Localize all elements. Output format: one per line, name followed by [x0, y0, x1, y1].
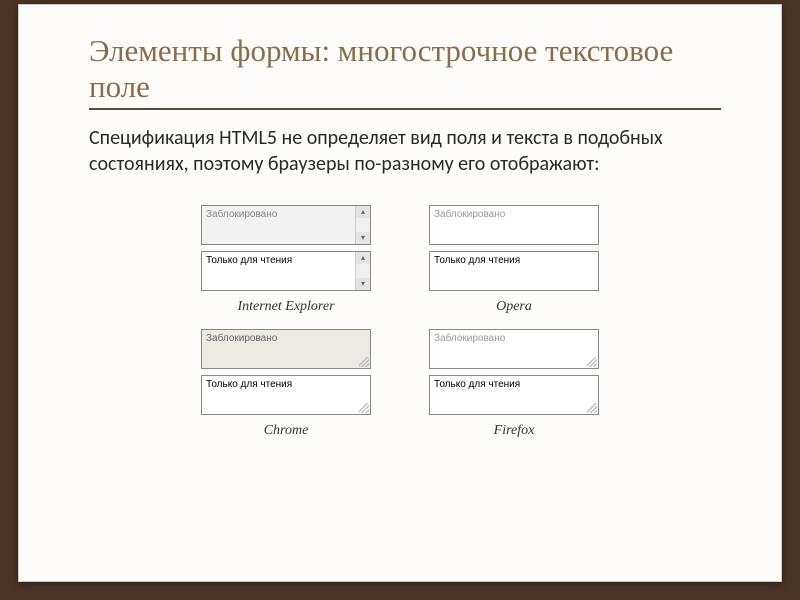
textarea-readonly-firefox: Только для чтения	[429, 375, 599, 415]
title-block: Элементы формы: многострочное текстовое …	[19, 5, 781, 116]
scroll-up-icon: ▴	[356, 206, 370, 218]
ie-disabled-wrap: Заблокировано ▴ ▾	[201, 205, 371, 245]
textarea-disabled-chrome: Заблокировано	[201, 329, 371, 369]
col-chrome: Заблокировано Только для чтения Chrome	[186, 329, 386, 445]
title-underline	[89, 108, 721, 110]
resize-grip-icon	[359, 403, 369, 413]
browser-label-firefox: Firefox	[494, 423, 535, 439]
row-top: Заблокировано ▴ ▾ Только для чтения ▴ ▾ …	[186, 205, 614, 321]
textarea-disabled-opera: Заблокировано	[429, 205, 599, 245]
col-opera: Заблокировано Только для чтения Opera	[414, 205, 614, 321]
firefox-disabled-wrap: Заблокировано	[429, 329, 599, 369]
scrollbar-icon: ▴ ▾	[355, 206, 370, 244]
resize-grip-icon	[587, 403, 597, 413]
col-firefox: Заблокировано Только для чтения Firefox	[414, 329, 614, 445]
firefox-readonly-wrap: Только для чтения	[429, 375, 599, 415]
textarea-readonly-chrome: Только для чтения	[201, 375, 371, 415]
slide-body: Спецификация HTML5 не определяет вид пол…	[19, 116, 781, 177]
textarea-disabled-firefox: Заблокировано	[429, 329, 599, 369]
ie-readonly-wrap: Только для чтения ▴ ▾	[201, 251, 371, 291]
browser-label-ie: Internet Explorer	[237, 299, 334, 315]
col-ie: Заблокировано ▴ ▾ Только для чтения ▴ ▾ …	[186, 205, 386, 321]
chrome-disabled-wrap: Заблокировано	[201, 329, 371, 369]
textarea-readonly-opera: Только для чтения	[429, 251, 599, 291]
textarea-disabled-ie: Заблокировано	[201, 205, 371, 245]
browser-label-opera: Opera	[496, 299, 532, 315]
resize-grip-icon	[359, 357, 369, 367]
opera-disabled-wrap: Заблокировано	[429, 205, 599, 245]
slide: Элементы формы: многострочное текстовое …	[18, 4, 782, 582]
scrollbar-icon: ▴ ▾	[355, 252, 370, 290]
opera-readonly-wrap: Только для чтения	[429, 251, 599, 291]
browser-label-chrome: Chrome	[264, 423, 309, 439]
row-bottom: Заблокировано Только для чтения Chrome З…	[186, 329, 614, 445]
resize-grip-icon	[587, 357, 597, 367]
textarea-readonly-ie: Только для чтения	[201, 251, 371, 291]
examples-grid: Заблокировано ▴ ▾ Только для чтения ▴ ▾ …	[19, 205, 781, 445]
chrome-readonly-wrap: Только для чтения	[201, 375, 371, 415]
scroll-down-icon: ▾	[356, 278, 370, 290]
slide-title: Элементы формы: многострочное текстовое …	[89, 33, 721, 104]
scroll-up-icon: ▴	[356, 252, 370, 264]
scroll-down-icon: ▾	[356, 232, 370, 244]
